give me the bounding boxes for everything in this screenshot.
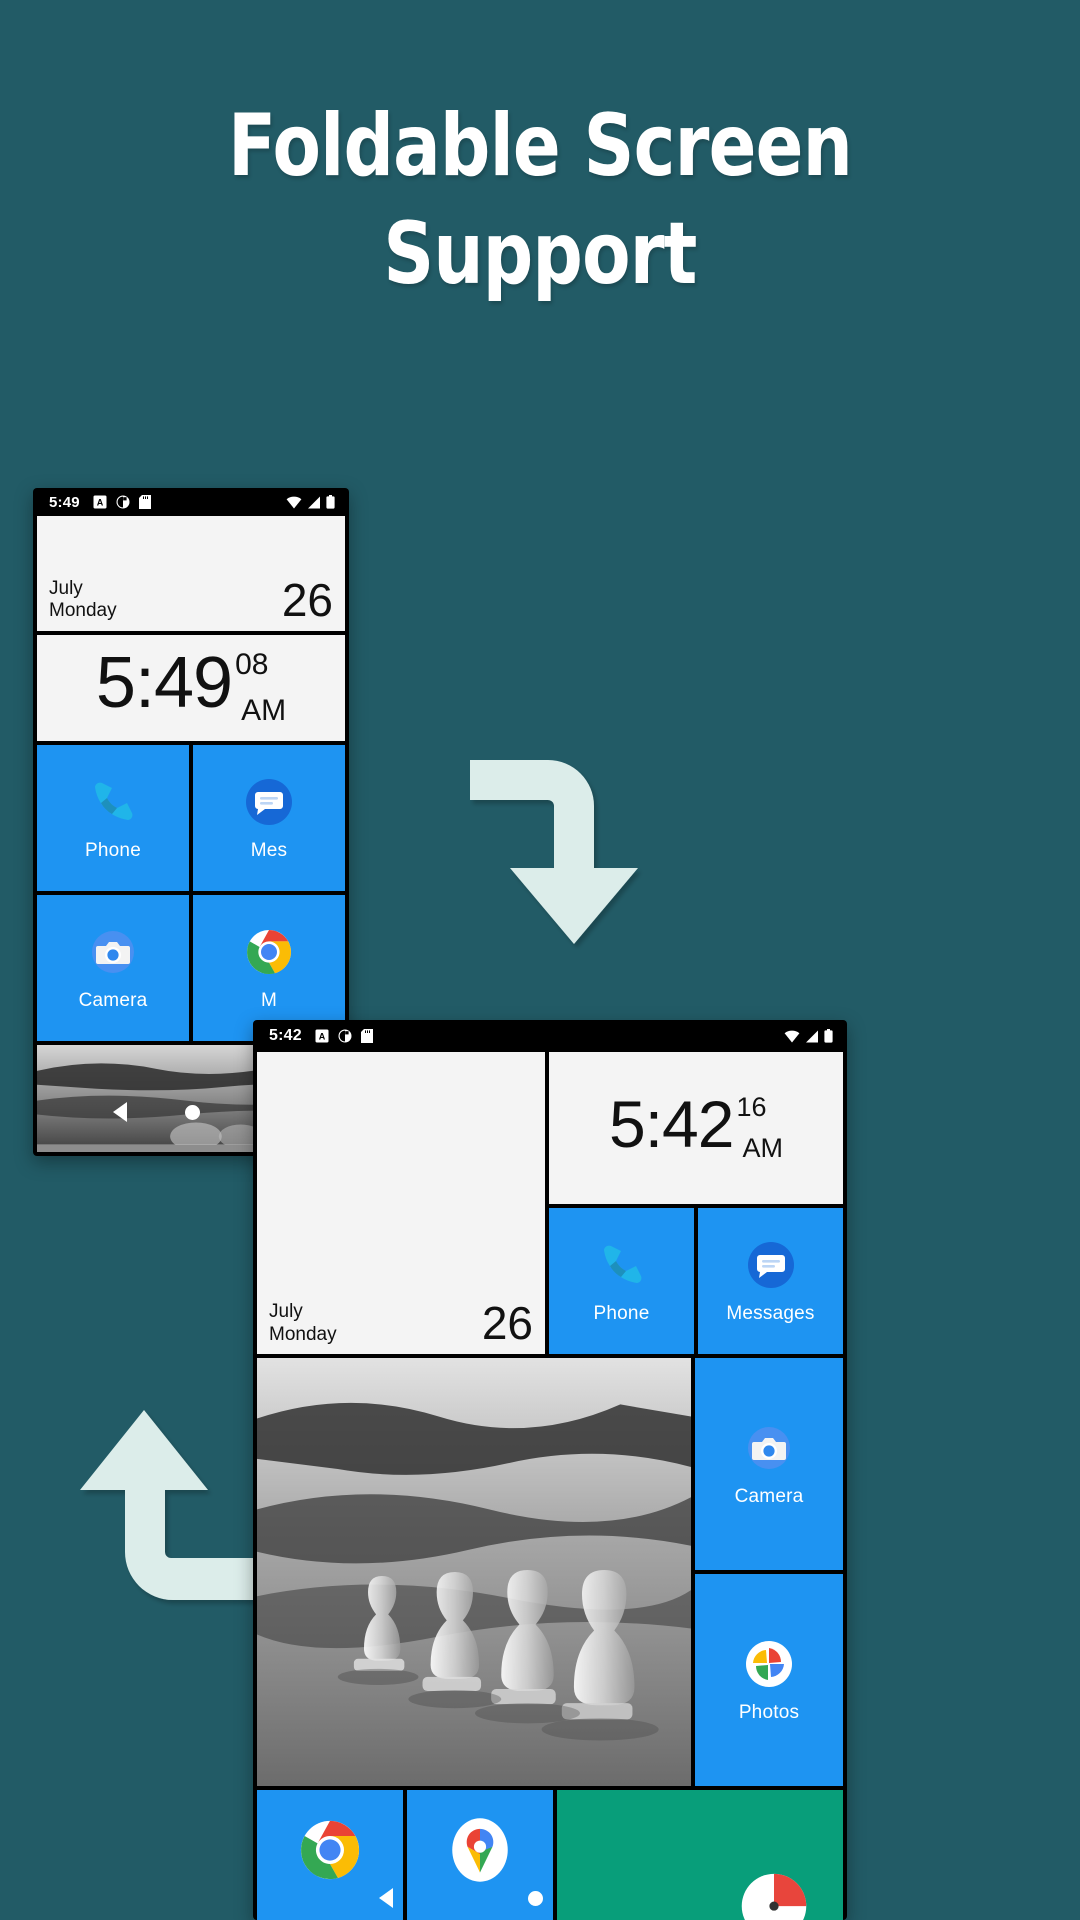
compact-date-weekday: Monday [49, 600, 117, 622]
arrow-fold-down [470, 750, 645, 950]
compact-tile-messages-label: Mes [250, 840, 288, 862]
unfolded-tile-clock[interactable] [557, 1790, 843, 1920]
messages-icon [743, 1237, 799, 1293]
unfolded-status-time: 5:42 [269, 1027, 302, 1044]
unfolded-date-text: July Monday [269, 1301, 337, 1346]
battery-icon [326, 495, 335, 509]
unfolded-tile-phone[interactable]: Phone [549, 1208, 694, 1354]
unfolded-tile-messages[interactable]: Messages [698, 1208, 843, 1354]
clock-icon [731, 1860, 817, 1920]
camera-icon [85, 924, 141, 980]
messages-icon [241, 774, 297, 830]
phone-icon [85, 774, 141, 830]
compact-status-time: 5:49 [49, 493, 80, 511]
unfolded-status-system-icons [784, 1029, 833, 1043]
compact-date-day: 26 [281, 573, 333, 626]
photos-icon [741, 1636, 797, 1692]
compact-clock-seconds: 08 [235, 648, 269, 681]
compact-tile-chrome-label: M [260, 990, 278, 1012]
compact-tile-camera-label: Camera [78, 990, 148, 1012]
compact-date-month: July [49, 577, 83, 599]
wifi-icon [784, 1030, 800, 1043]
compact-status-system-icons [286, 495, 335, 509]
svg-text:A: A [319, 1032, 326, 1042]
compact-status-bar: 5:49 A [37, 488, 345, 516]
do-not-disturb-icon [116, 495, 130, 509]
signal-icon [805, 1030, 819, 1043]
compact-clock-meridiem: AM [241, 694, 287, 727]
unfolded-date-widget[interactable]: July Monday 26 [257, 1052, 545, 1354]
sd-card-icon [360, 1029, 373, 1043]
unfolded-tile-camera-label: Camera [734, 1486, 804, 1507]
unfolded-date-month: July [269, 1301, 303, 1323]
arrow-unfold-up [68, 1395, 253, 1610]
chrome-icon [293, 1813, 367, 1887]
unfolded-status-notification-icons: A [315, 1029, 373, 1043]
compact-date-widget[interactable]: July Monday 26 [37, 516, 345, 631]
battery-icon [824, 1029, 833, 1043]
maps-icon [443, 1813, 517, 1887]
unfolded-clock-meridiem: AM [742, 1133, 783, 1163]
page-title-line-2: Support [383, 204, 697, 305]
chrome-icon [241, 924, 297, 980]
unfolded-clock-seconds: 16 [736, 1092, 767, 1122]
unfolded-tile-camera[interactable]: Camera [695, 1358, 843, 1570]
compact-tile-messages[interactable]: Mes [193, 745, 345, 892]
camera-icon [741, 1420, 797, 1476]
wifi-icon [286, 496, 302, 509]
alarm-a-icon: A [93, 495, 107, 509]
compact-nav-home-icon[interactable] [185, 1105, 200, 1121]
unfolded-tile-messages-label: Messages [726, 1303, 815, 1324]
compact-tile-camera[interactable]: Camera [37, 895, 189, 1042]
unfolded-clock-time: 5:42 [609, 1087, 734, 1161]
unfolded-date-day: 26 [481, 1297, 533, 1350]
sd-card-icon [138, 495, 151, 509]
compact-tile-phone[interactable]: Phone [37, 745, 189, 892]
compact-clock-widget[interactable]: 5:49 08 AM [37, 634, 345, 742]
unfolded-clock-widget[interactable]: 5:42 16 AM [549, 1052, 843, 1204]
unfolded-phone-device: 5:42 A July Monday 26 5:42 16 AM Phone M… [253, 1020, 847, 1920]
compact-date-text: July Monday [49, 578, 117, 623]
unfolded-tile-photos-label: Photos [738, 1702, 800, 1723]
unfolded-status-bar: 5:42 A [257, 1020, 843, 1052]
page-title-line-1: Foldable Screen [228, 96, 853, 196]
unfolded-tile-photos[interactable]: Photos [695, 1574, 843, 1786]
unfolded-nav-back-icon[interactable] [379, 1888, 393, 1908]
compact-nav-back-icon[interactable] [113, 1102, 127, 1123]
compact-clock-time: 5:49 [95, 643, 233, 723]
phone-icon [594, 1237, 650, 1293]
unfolded-tile-maps[interactable] [407, 1790, 553, 1920]
signal-icon [307, 496, 321, 509]
alarm-a-icon: A [315, 1029, 329, 1043]
unfolded-date-weekday: Monday [269, 1323, 337, 1345]
unfolded-home-screen: July Monday 26 5:42 16 AM Phone Messages… [257, 1052, 843, 1920]
svg-text:A: A [97, 498, 104, 508]
unfolded-tile-chrome[interactable] [257, 1790, 403, 1920]
compact-tile-phone-label: Phone [85, 840, 141, 862]
compact-status-notification-icons: A [93, 495, 151, 509]
unfolded-tile-phone-label: Phone [593, 1303, 650, 1324]
unfolded-chess-photo-tile[interactable] [257, 1358, 691, 1786]
unfolded-nav-home-icon[interactable] [528, 1891, 543, 1906]
do-not-disturb-icon [338, 1029, 352, 1043]
page-title: Foldable Screen Support [97, 92, 983, 309]
